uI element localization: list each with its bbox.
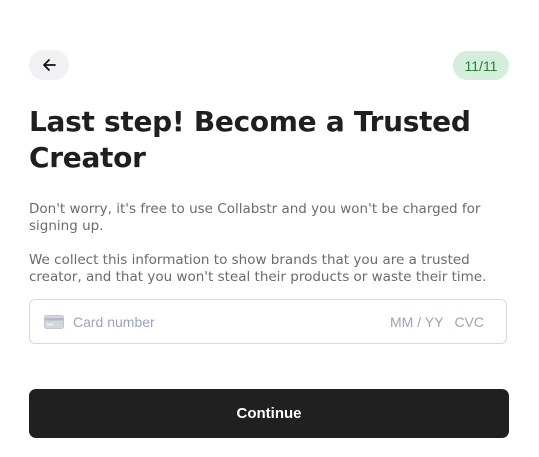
card-cvc-input[interactable]: CVC [454,314,484,330]
arrow-left-icon [43,59,56,71]
signup-step-page: 11/11 Last step! Become a Trusted Creato… [0,0,539,457]
card-expiry-input[interactable]: MM / YY [390,314,443,330]
info-paragraph-trust: We collect this information to show bran… [29,252,487,285]
step-indicator-badge: 11/11 [453,51,509,80]
continue-button[interactable]: Continue [29,389,509,438]
card-number-input[interactable]: Card number [73,314,390,330]
page-title: Last step! Become a Trusted Creator [29,105,471,174]
credit-card-icon [44,314,64,329]
back-button[interactable] [29,50,69,80]
card-details-field[interactable]: Card number MM / YY CVC [29,299,507,344]
info-paragraph-free: Don't worry, it's free to use Collabstr … [29,201,481,234]
